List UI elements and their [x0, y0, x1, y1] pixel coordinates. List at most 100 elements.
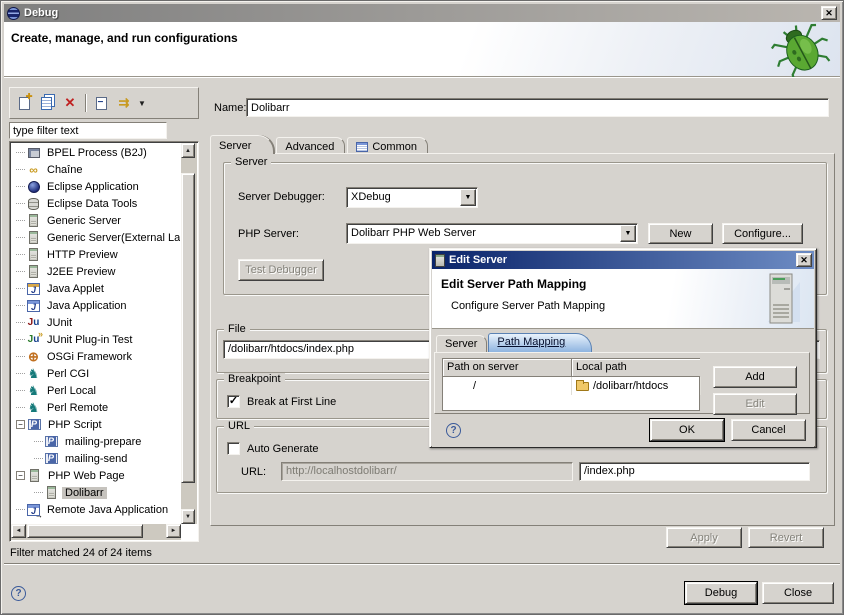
tree-item-java-application[interactable]: Java Application — [12, 297, 180, 314]
tree-item-generic-server-external-la[interactable]: Generic Server(External La — [12, 229, 180, 246]
column-header-path-on-server[interactable]: Path on server — [443, 359, 572, 377]
add-mapping-button[interactable]: Add — [713, 366, 797, 388]
collapse-expander-icon[interactable]: − — [16, 471, 25, 480]
scroll-down-icon[interactable]: ▼ — [181, 509, 195, 524]
duplicate-configuration-icon[interactable] — [37, 93, 57, 113]
folder-icon — [576, 382, 589, 391]
break-first-line-checkbox[interactable]: ✓ — [227, 395, 240, 408]
perl-icon: ♞ — [26, 367, 41, 381]
tree-item-j2ee-preview[interactable]: J2EE Preview — [12, 263, 180, 280]
ok-button[interactable]: OK — [650, 419, 724, 441]
test-debugger-button[interactable]: Test Debugger — [238, 259, 324, 281]
tree-item-cha-ne[interactable]: ∞Chaîne — [12, 161, 180, 178]
tab-advanced[interactable]: Advanced — [276, 137, 345, 154]
tree-connector — [34, 441, 43, 442]
configure-server-button[interactable]: Configure... — [722, 223, 803, 244]
new-configuration-icon[interactable] — [14, 93, 34, 113]
tree-item-label: BPEL Process (B2J) — [44, 147, 150, 159]
column-header-local-path[interactable]: Local path — [572, 359, 700, 377]
tree-item-dolibarr[interactable]: Dolibarr — [12, 484, 180, 501]
tree-item-label: J2EE Preview — [44, 266, 118, 278]
tree-item-junit-plug-in-test[interactable]: JuJUnit Plug-in Test — [12, 331, 180, 348]
new-server-button[interactable]: New — [648, 223, 713, 244]
server-path-cell[interactable]: / — [443, 377, 572, 395]
server-debugger-select[interactable]: XDebug ▼ — [346, 187, 478, 208]
toolbar-menu-icon[interactable]: ▼ — [137, 93, 147, 113]
debug-button[interactable]: Debug — [685, 582, 757, 604]
tree-item-eclipse-application[interactable]: Eclipse Application — [12, 178, 180, 195]
tree-item-mailing-prepare[interactable]: mailing-prepare — [12, 433, 180, 450]
tree-vertical-scrollbar[interactable]: ▲ ▼ — [181, 143, 197, 524]
revert-button[interactable]: Revert — [748, 527, 824, 548]
help-icon[interactable]: ? — [11, 586, 26, 601]
tree-item-osgi-framework[interactable]: ⊕OSGi Framework — [12, 348, 180, 365]
dialog-titlebar[interactable]: Edit Server ✕ — [432, 251, 814, 269]
apply-button[interactable]: Apply — [666, 527, 742, 548]
tree-item-bpel-process-b2j[interactable]: BPEL Process (B2J) — [12, 144, 180, 161]
tree-horizontal-scrollbar[interactable]: ◄ ► — [11, 524, 181, 540]
tree-item-perl-local[interactable]: ♞Perl Local — [12, 382, 180, 399]
tree-connector — [34, 492, 43, 493]
server-icon — [26, 231, 41, 245]
php-icon — [44, 452, 59, 466]
path-mapping-row[interactable]: //dolibarr/htdocs — [443, 377, 699, 395]
tree-item-remote-java-application[interactable]: Remote Java Application — [12, 501, 180, 518]
dialog-heading: Edit Server Path Mapping — [441, 277, 586, 291]
tree-item-eclipse-data-tools[interactable]: Eclipse Data Tools — [12, 195, 180, 212]
tab-common[interactable]: Common — [347, 137, 428, 154]
tree-item-mailing-send[interactable]: mailing-send — [12, 450, 180, 467]
tree-connector — [16, 186, 25, 187]
tree-connector — [16, 271, 25, 272]
chevron-down-icon[interactable]: ▼ — [620, 225, 636, 242]
scroll-thumb[interactable] — [27, 524, 143, 538]
edit-mapping-button[interactable]: Edit — [713, 393, 797, 415]
tree-item-java-applet[interactable]: Java Applet — [12, 280, 180, 297]
dialog-close-icon[interactable]: ✕ — [796, 253, 812, 267]
scroll-up-icon[interactable]: ▲ — [181, 143, 195, 158]
collapse-expander-icon[interactable]: − — [16, 420, 25, 429]
filter-input[interactable] — [9, 122, 167, 139]
cancel-button[interactable]: Cancel — [731, 419, 806, 441]
local-path-cell[interactable]: /dolibarr/htdocs — [572, 377, 701, 395]
tree-item-generic-server[interactable]: Generic Server — [12, 212, 180, 229]
window-title: Debug — [24, 7, 58, 19]
dialog-tab-server[interactable]: Server — [436, 335, 487, 352]
name-input[interactable] — [246, 98, 829, 117]
tree-item-perl-remote[interactable]: ♞Perl Remote — [12, 399, 180, 416]
tree-item-http-preview[interactable]: HTTP Preview — [12, 246, 180, 263]
delete-configuration-icon[interactable]: ✕ — [60, 93, 80, 113]
server-icon — [27, 469, 42, 483]
bpel-process-icon — [26, 146, 41, 160]
chain-icon: ∞ — [26, 163, 41, 177]
php-icon — [27, 418, 42, 432]
php-server-select[interactable]: Dolibarr PHP Web Server ▼ — [346, 223, 638, 244]
scroll-thumb[interactable] — [181, 173, 195, 483]
close-button[interactable]: Close — [762, 582, 834, 604]
tab-server[interactable]: Server — [210, 135, 274, 154]
server-icon — [44, 486, 59, 500]
chevron-down-icon[interactable]: ▼ — [460, 189, 476, 206]
configurations-toolbar: ✕ ⇉ ▼ — [9, 87, 199, 119]
dialog-tab-path-mapping[interactable]: Path Mapping — [488, 333, 592, 352]
window-titlebar[interactable]: Debug ✕ — [4, 4, 840, 22]
scroll-right-icon[interactable]: ► — [166, 524, 181, 538]
tree-connector — [16, 390, 25, 391]
tree-item-php-script[interactable]: −PHP Script — [12, 416, 180, 433]
window-close-icon[interactable]: ✕ — [821, 6, 837, 20]
perl-icon: ♞ — [26, 384, 41, 398]
collapse-all-icon[interactable] — [91, 93, 111, 113]
url-group-label: URL — [224, 420, 254, 432]
tree-item-perl-cgi[interactable]: ♞Perl CGI — [12, 365, 180, 382]
filter-status: Filter matched 24 of 24 items — [10, 547, 152, 559]
url-path-input[interactable]: /index.php — [579, 462, 810, 481]
scroll-left-icon[interactable]: ◄ — [11, 524, 26, 538]
auto-generate-checkbox[interactable] — [227, 442, 240, 455]
tree-item-label: Remote Java Application — [44, 504, 171, 516]
tree-connector — [16, 220, 25, 221]
toolbar-separator — [85, 94, 86, 112]
tree-item-php-web-page[interactable]: −PHP Web Page — [12, 467, 180, 484]
dialog-help-icon[interactable]: ? — [446, 423, 461, 438]
url-label: URL: — [241, 466, 266, 478]
server-group-label: Server — [231, 156, 271, 168]
filter-configurations-icon[interactable]: ⇉ — [114, 93, 134, 113]
